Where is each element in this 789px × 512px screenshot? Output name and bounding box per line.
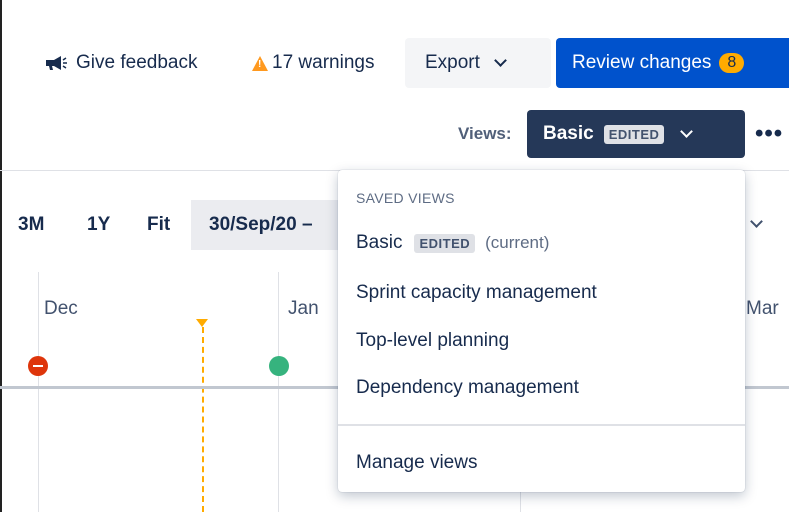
chevron-down-icon[interactable] (750, 215, 763, 228)
view-item-dependency-management[interactable]: Dependency management (338, 365, 745, 411)
warning-icon (252, 55, 268, 71)
month-label-mar: Mar (746, 298, 779, 319)
changes-count-badge: 8 (719, 53, 745, 73)
zoom-fit-button[interactable]: Fit (147, 200, 170, 250)
release-milestone-icon[interactable] (269, 356, 289, 376)
plans-page: Give feedback 17 warnings Export Review … (0, 0, 789, 512)
month-label-jan: Jan (288, 298, 319, 319)
chevron-down-icon (680, 125, 694, 138)
manage-views-item[interactable]: Manage views (338, 440, 745, 486)
zoom-1y-button[interactable]: 1Y (87, 200, 110, 250)
export-label: Export (425, 52, 480, 73)
today-marker-icon (196, 319, 208, 327)
zoom-3m-button[interactable]: 3M (18, 200, 44, 250)
chevron-down-icon (494, 54, 507, 67)
view-item-label: Basic (356, 232, 403, 253)
saved-views-heading: SAVED VIEWS (356, 190, 455, 206)
more-options-button[interactable]: ••• (755, 110, 783, 158)
month-gridline (278, 272, 279, 512)
top-toolbar: Give feedback 17 warnings Export Review … (0, 38, 789, 88)
views-bar: Views: Basic EDITED ••• (0, 110, 789, 158)
warnings-button[interactable]: 17 warnings (252, 38, 374, 88)
give-feedback-label: Give feedback (76, 52, 198, 73)
view-item-top-level-planning[interactable]: Top-level planning (338, 318, 745, 364)
manage-views-label: Manage views (356, 452, 478, 473)
view-item-label: Sprint capacity management (356, 282, 597, 303)
view-item-sprint-capacity[interactable]: Sprint capacity management (338, 270, 745, 316)
current-indicator: (current) (485, 233, 550, 252)
views-label: Views: (458, 124, 512, 143)
today-line (202, 327, 204, 512)
review-changes-button[interactable]: Review changes 8 (556, 38, 789, 88)
menu-divider (338, 424, 745, 426)
saved-views-menu: SAVED VIEWS Basic EDITED (current) Sprin… (338, 170, 745, 492)
views-dropdown-button[interactable]: Basic EDITED (527, 110, 745, 158)
view-item-basic[interactable]: Basic EDITED (current) (338, 220, 745, 266)
month-label-dec: Dec (44, 298, 78, 319)
view-item-label: Top-level planning (356, 330, 510, 351)
warnings-label: 17 warnings (272, 52, 375, 73)
edited-badge: EDITED (414, 233, 476, 253)
current-view-name: Basic (543, 123, 594, 144)
export-button[interactable]: Export (405, 38, 551, 88)
edited-badge: EDITED (603, 124, 665, 144)
give-feedback-button[interactable]: Give feedback (44, 38, 197, 88)
megaphone-icon (46, 56, 67, 70)
month-gridline (38, 272, 39, 512)
view-item-label: Dependency management (356, 377, 579, 398)
date-range-picker[interactable]: 30/Sep/20 – (191, 200, 351, 250)
review-changes-label: Review changes (572, 52, 712, 73)
blocked-milestone-icon[interactable] (28, 356, 48, 376)
